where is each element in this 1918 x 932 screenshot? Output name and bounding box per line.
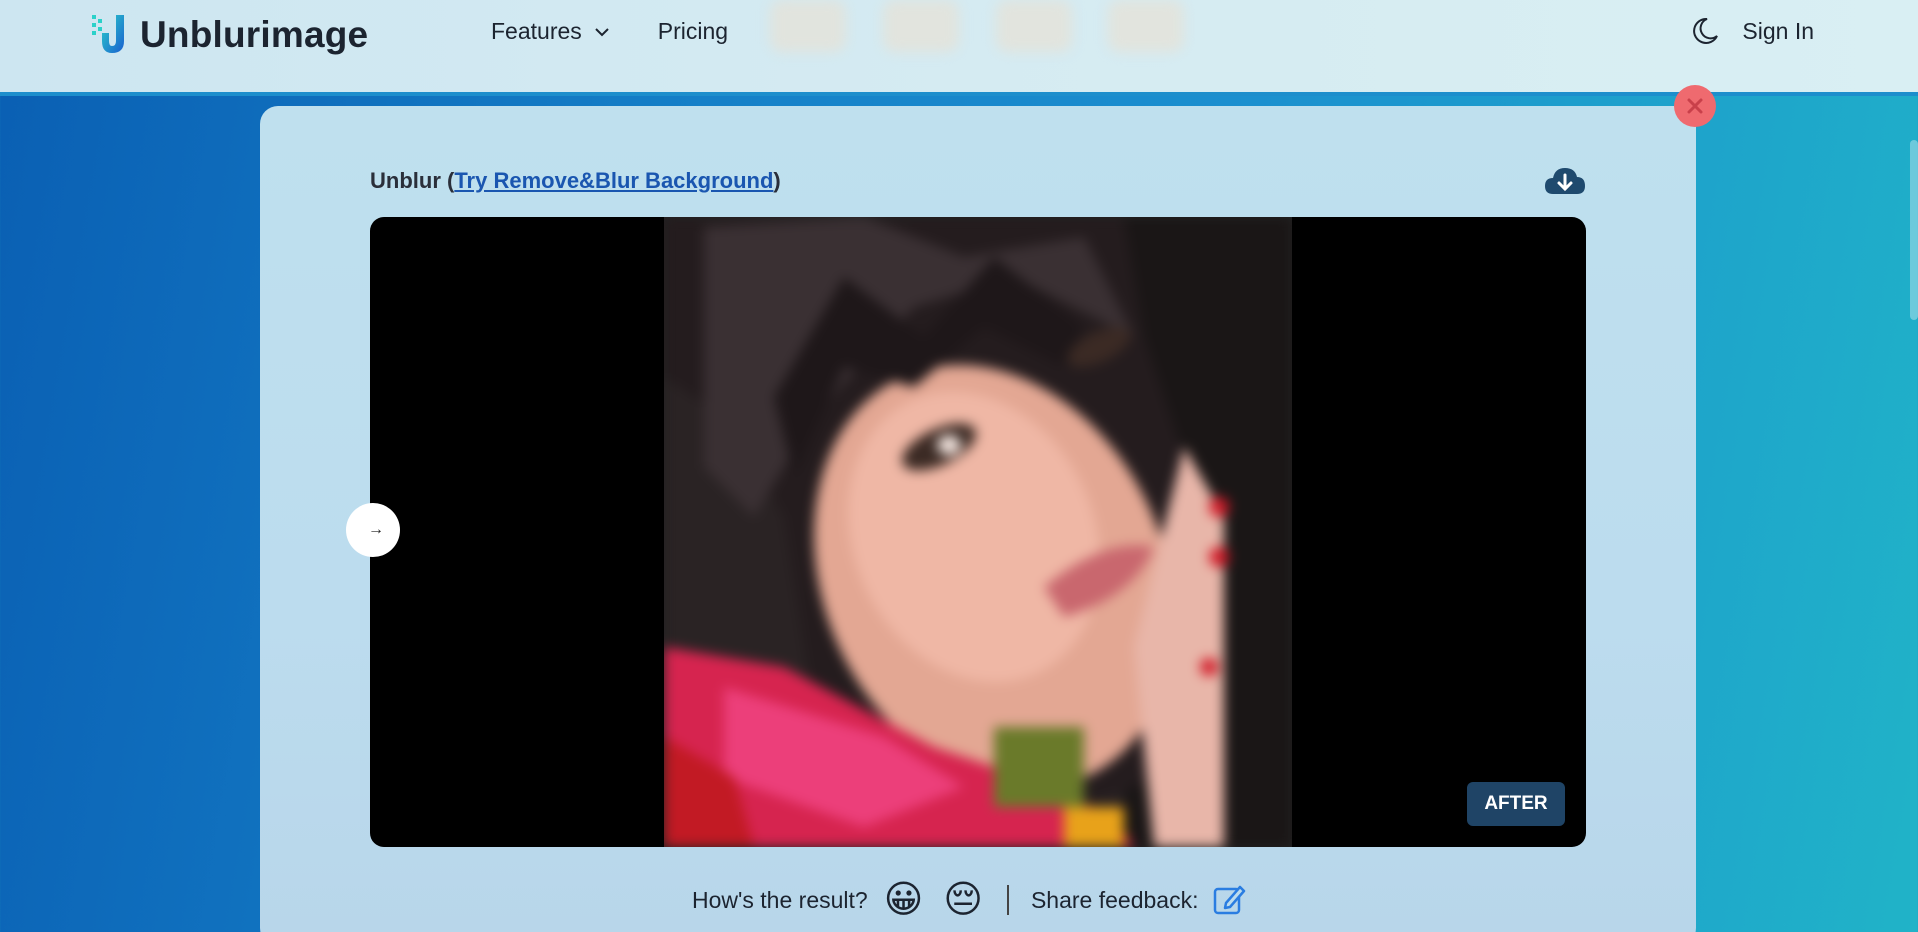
close-button[interactable] [1674, 85, 1716, 127]
nav-features-label: Features [491, 18, 582, 44]
nav-features[interactable]: Features [491, 18, 610, 45]
sad-emoji-button[interactable]: 😔 [943, 881, 983, 919]
cloud-download-icon [1545, 168, 1585, 194]
result-image [664, 217, 1292, 847]
chevron-down-icon [595, 27, 609, 36]
share-feedback-label: Share feedback: [1030, 886, 1199, 913]
moon-icon[interactable] [1690, 16, 1720, 46]
page-scrollbar[interactable] [1910, 140, 1918, 320]
logo-text: Unblurimage [140, 14, 369, 55]
title-prefix: Unblur ( [370, 168, 455, 193]
main-nav: Features Pricing [491, 18, 728, 45]
edit-icon[interactable] [1212, 883, 1246, 917]
nav-pricing[interactable]: Pricing [658, 18, 728, 45]
header-actions: Sign In [1690, 16, 1814, 46]
modal-title: Unblur (Try Remove&Blur Background) [370, 168, 781, 194]
comparison-slider-handle[interactable]: → [346, 503, 400, 557]
blurred-placeholder [996, 0, 1072, 52]
nav-pricing-label: Pricing [657, 18, 729, 44]
sign-in-link[interactable]: Sign In [1742, 18, 1814, 45]
feedback-question: How's the result? [692, 886, 868, 913]
site-header: Unblurimage Features Pricing Sign In [0, 0, 1918, 96]
logo[interactable]: Unblurimage [90, 12, 368, 58]
comparison-viewer[interactable]: AFTER [370, 217, 1586, 847]
after-badge: AFTER [1467, 782, 1565, 826]
feedback-row: How's the result? 😀 😔 Share feedback: [692, 878, 1246, 922]
download-button[interactable] [1543, 164, 1587, 200]
title-suffix: ) [773, 168, 781, 193]
blurred-placeholder [1108, 0, 1184, 52]
happy-emoji-button[interactable]: 😀 [884, 881, 924, 919]
close-icon [1687, 98, 1703, 114]
blurred-placeholder [883, 0, 959, 52]
divider [1006, 885, 1009, 915]
logo-icon [90, 13, 132, 57]
blurred-placeholder [770, 0, 846, 52]
remove-blur-background-link[interactable]: Try Remove&Blur Background [454, 168, 773, 193]
arrow-right-icon: → [368, 521, 384, 538]
